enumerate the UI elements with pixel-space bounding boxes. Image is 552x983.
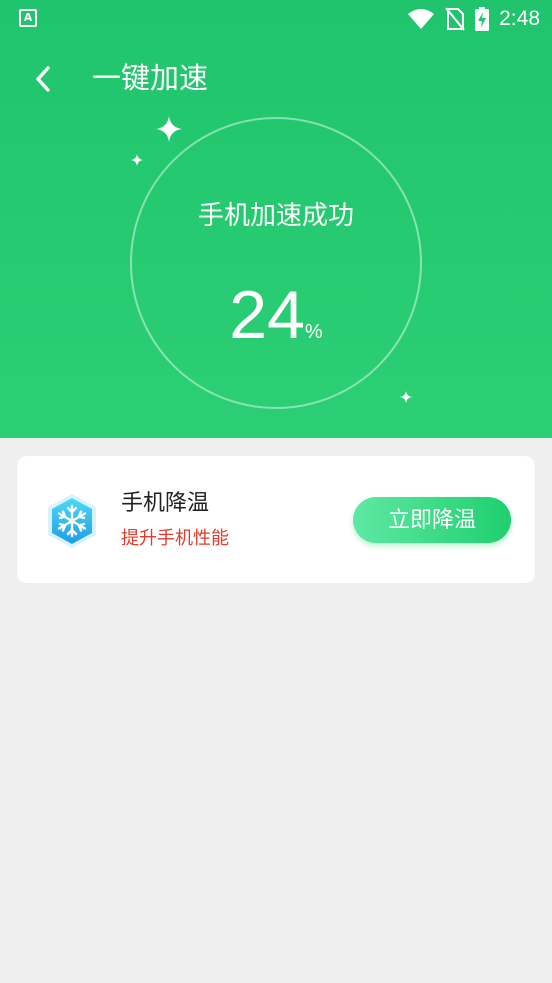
sparkle-bottom-icon <box>400 391 412 403</box>
battery-charging-icon <box>475 7 490 31</box>
no-sim-icon <box>445 7 465 31</box>
page-title: 一键加速 <box>92 61 209 95</box>
cool-now-button[interactable]: 立即降温 <box>353 497 511 543</box>
sparkle-large-icon <box>156 116 182 142</box>
boost-percentage: 24% <box>130 270 422 378</box>
sparkle-small-icon <box>131 154 143 166</box>
app-notification-icon: A <box>19 9 37 27</box>
cooling-subtitle: 提升手机性能 <box>121 528 229 549</box>
back-button[interactable] <box>22 58 64 100</box>
status-bar: A 2:48 <box>0 0 552 38</box>
status-right-group: 2:48 <box>407 6 540 32</box>
chevron-left-icon <box>36 66 50 92</box>
cooling-card: 手机降温 提升手机性能 立即降温 <box>17 456 535 583</box>
success-message: 手机加速成功 <box>197 201 354 231</box>
status-time: 2:48 <box>499 7 540 30</box>
percent-unit: % <box>304 321 323 343</box>
toolbar: 一键加速 <box>0 50 552 106</box>
percent-value: 24 <box>229 277 305 353</box>
snowflake-icon <box>48 494 96 548</box>
cooling-title: 手机降温 <box>121 491 210 516</box>
wifi-icon <box>408 9 435 29</box>
